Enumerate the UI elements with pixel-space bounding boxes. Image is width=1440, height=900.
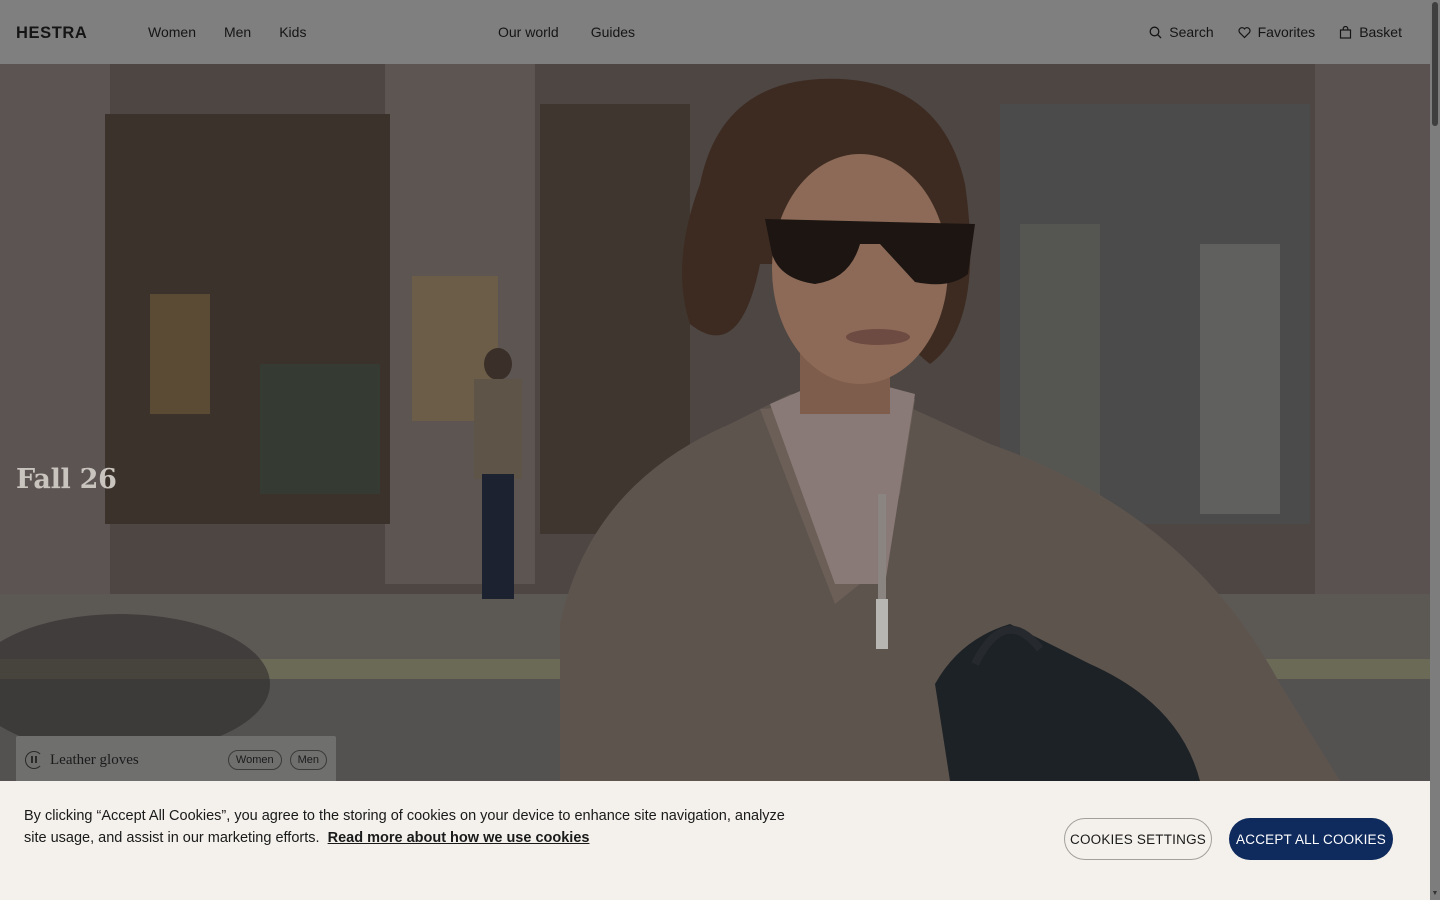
nav-our-world[interactable]: Our world	[498, 24, 559, 40]
primary-nav: Women Men Kids	[148, 24, 306, 40]
cookie-policy-link[interactable]: Read more about how we use cookies	[328, 830, 590, 846]
scroll-down-arrow-icon[interactable]: ▼	[1431, 890, 1439, 898]
favorites-button[interactable]: Favorites	[1238, 24, 1316, 40]
site-header: HESTRA Women Men Kids Our world Guides S…	[0, 0, 1430, 64]
secondary-nav: Our world Guides	[498, 24, 635, 40]
scrollbar-thumb[interactable]	[1432, 2, 1438, 126]
search-button[interactable]: Search	[1149, 24, 1214, 40]
cookie-banner: By clicking “Accept All Cookies”, you ag…	[0, 781, 1430, 900]
basket-label: Basket	[1359, 24, 1402, 40]
hero-title: Fall 26	[16, 464, 117, 495]
basket-button[interactable]: Basket	[1339, 24, 1402, 40]
featured-product-chip[interactable]: Leather gloves Women Men	[16, 736, 336, 781]
cookie-text-block: By clicking “Accept All Cookies”, you ag…	[24, 805, 804, 849]
accept-all-cookies-button[interactable]: ACCEPT ALL COOKIES	[1229, 818, 1393, 860]
chip-tag-women[interactable]: Women	[227, 750, 282, 770]
cookies-settings-button[interactable]: COOKIES SETTINGS	[1064, 818, 1212, 860]
nav-women[interactable]: Women	[148, 24, 196, 40]
hestra-logo[interactable]: HESTRA	[16, 24, 102, 40]
nav-men[interactable]: Men	[224, 24, 251, 40]
search-icon	[1149, 26, 1162, 38]
search-label: Search	[1169, 24, 1214, 40]
hero-image	[0, 64, 1430, 781]
nav-guides[interactable]: Guides	[591, 24, 635, 40]
chip-tag-men[interactable]: Men	[289, 750, 327, 770]
pause-icon[interactable]	[25, 751, 43, 769]
heart-icon	[1238, 26, 1251, 38]
chip-label: Leather gloves	[50, 751, 139, 768]
utility-nav: Search Favorites Basket	[1149, 24, 1402, 40]
svg-text:HESTRA: HESTRA	[16, 24, 87, 40]
bag-icon	[1340, 25, 1352, 39]
hero-banner[interactable]: Fall 26 Leather gloves Women Men	[0, 64, 1430, 781]
page-scrollbar[interactable]: ▼	[1430, 0, 1440, 900]
nav-kids[interactable]: Kids	[279, 24, 306, 40]
favorites-label: Favorites	[1257, 24, 1316, 40]
